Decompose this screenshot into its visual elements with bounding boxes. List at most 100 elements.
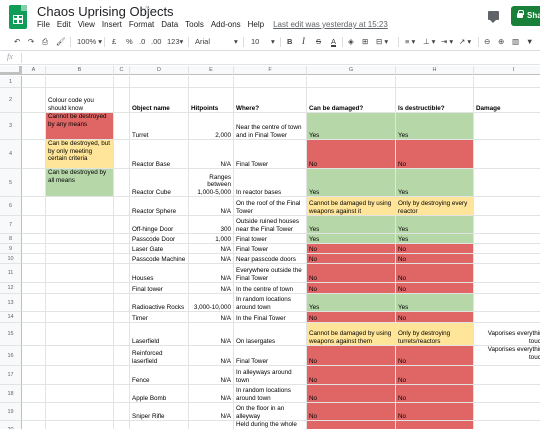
cell-e10[interactable]: N/A: [189, 254, 234, 264]
cell-a14[interactable]: [22, 312, 46, 323]
cell-i8[interactable]: 0: [474, 234, 540, 244]
cell-i16[interactable]: Vaporises everything it touches: [474, 346, 540, 366]
cell-f8[interactable]: Final tower: [234, 234, 307, 244]
menu-view[interactable]: View: [78, 20, 95, 29]
more-formats-button[interactable]: 123▾: [167, 37, 183, 47]
cell-e13[interactable]: 3,000-10,000: [189, 294, 234, 312]
cell-b11[interactable]: [46, 264, 114, 283]
cell-h5[interactable]: Yes: [396, 169, 474, 197]
cell-a9[interactable]: [22, 244, 46, 254]
cell-d8[interactable]: Passcode Door: [130, 234, 189, 244]
cell-b10[interactable]: [46, 254, 114, 264]
filter-icon[interactable]: ▼: [526, 37, 533, 47]
comments-icon[interactable]: [488, 11, 499, 23]
cell-h14[interactable]: No: [396, 312, 474, 323]
row-header[interactable]: 15: [0, 323, 22, 346]
cell-h12[interactable]: No: [396, 283, 474, 294]
cell-d1[interactable]: [130, 76, 189, 88]
cell-e17[interactable]: N/A: [189, 366, 234, 385]
cell-i6[interactable]: 0: [474, 197, 540, 216]
cell-c16[interactable]: [114, 346, 130, 366]
cell-f3[interactable]: Near the centre of town and in Final Tow…: [234, 113, 307, 140]
font-size-select[interactable]: 10: [251, 37, 259, 47]
cell-c9[interactable]: [114, 244, 130, 254]
cell-i5[interactable]: 0: [474, 169, 540, 197]
cell-f19[interactable]: On the floor in an alleyway: [234, 403, 307, 421]
cell-d7[interactable]: Off-hinge Door: [130, 216, 189, 234]
cell-d2[interactable]: Object name: [130, 88, 189, 113]
cell-f9[interactable]: Final Tower: [234, 244, 307, 254]
cell-g12[interactable]: No: [307, 283, 396, 294]
decrease-decimal-button[interactable]: .0: [139, 37, 145, 47]
cell-a7[interactable]: [22, 216, 46, 234]
cell-i3[interactable]: 0: [474, 113, 540, 140]
cell-h20[interactable]: [396, 421, 474, 429]
cell-c20[interactable]: [114, 421, 130, 429]
cell-e7[interactable]: 300: [189, 216, 234, 234]
cell-b6[interactable]: [46, 197, 114, 216]
wrap-icon[interactable]: ⇥ ▾: [441, 37, 453, 47]
cell-b3[interactable]: Cannot be destroyed by any means: [46, 113, 114, 140]
cell-c15[interactable]: [114, 323, 130, 346]
cell-b19[interactable]: [46, 403, 114, 421]
cell-e18[interactable]: N/A: [189, 385, 234, 403]
cell-c19[interactable]: [114, 403, 130, 421]
cell-b4[interactable]: Can be destroyed, but by only meeting ce…: [46, 140, 114, 169]
cell-b16[interactable]: [46, 346, 114, 366]
row-header[interactable]: 1: [0, 76, 22, 88]
cell-e1[interactable]: [189, 76, 234, 88]
document-title[interactable]: Chaos Uprising Objects: [37, 4, 174, 19]
cell-e5[interactable]: Ranges between 1,000-5,000: [189, 169, 234, 197]
cell-f17[interactable]: In alleyways around town: [234, 366, 307, 385]
cell-c8[interactable]: [114, 234, 130, 244]
cell-c18[interactable]: [114, 385, 130, 403]
cell-c2[interactable]: [114, 88, 130, 113]
cell-a16[interactable]: [22, 346, 46, 366]
cell-g14[interactable]: No: [307, 312, 396, 323]
row-header[interactable]: 9: [0, 244, 22, 254]
cell-f4[interactable]: Final Tower: [234, 140, 307, 169]
cell-b1[interactable]: [46, 76, 114, 88]
cell-h4[interactable]: No: [396, 140, 474, 169]
cell-d6[interactable]: Reactor Sphere: [130, 197, 189, 216]
cell-f11[interactable]: Everywhere outside the Final Tower: [234, 264, 307, 283]
cell-d4[interactable]: Reactor Base: [130, 140, 189, 169]
cell-i14[interactable]: 0: [474, 312, 540, 323]
cell-d5[interactable]: Reactor Cube: [130, 169, 189, 197]
row-header[interactable]: 10: [0, 254, 22, 264]
cell-g15[interactable]: Cannot be damaged by using weapons again…: [307, 323, 396, 346]
row-header[interactable]: 2: [0, 88, 22, 113]
cell-f14[interactable]: In the Final Tower: [234, 312, 307, 323]
cell-d19[interactable]: Sniper Rifle: [130, 403, 189, 421]
column-header-b[interactable]: B: [46, 66, 114, 75]
cell-h8[interactable]: Yes: [396, 234, 474, 244]
cell-f15[interactable]: On lasergates: [234, 323, 307, 346]
cell-d12[interactable]: Final tower: [130, 283, 189, 294]
column-header-c[interactable]: C: [114, 66, 130, 75]
cell-a17[interactable]: [22, 366, 46, 385]
select-all-corner[interactable]: [0, 66, 22, 75]
cell-a11[interactable]: [22, 264, 46, 283]
cell-d13[interactable]: Radioactive Rocks: [130, 294, 189, 312]
cell-e12[interactable]: N/A: [189, 283, 234, 294]
rotate-icon[interactable]: ↗ ▾: [459, 37, 471, 47]
row-header[interactable]: 4: [0, 140, 22, 169]
cell-i4[interactable]: 0: [474, 140, 540, 169]
menu-data[interactable]: Data: [161, 20, 178, 29]
cell-i1[interactable]: [474, 76, 540, 88]
cell-h18[interactable]: No: [396, 385, 474, 403]
cell-g16[interactable]: No: [307, 346, 396, 366]
comment-add-icon[interactable]: ⊕: [498, 37, 504, 47]
cell-a13[interactable]: [22, 294, 46, 312]
row-header[interactable]: 12: [0, 283, 22, 294]
redo-icon[interactable]: ↷: [28, 37, 34, 47]
text-color-button[interactable]: A: [331, 37, 336, 47]
cell-i18[interactable]: 210: [474, 385, 540, 403]
cell-f7[interactable]: Outside ruined houses near the Final Tow…: [234, 216, 307, 234]
cell-c10[interactable]: [114, 254, 130, 264]
column-header-h[interactable]: H: [396, 66, 474, 75]
cell-i20[interactable]: [474, 421, 540, 429]
row-header[interactable]: 6: [0, 197, 22, 216]
cell-e8[interactable]: 1,000: [189, 234, 234, 244]
cell-e9[interactable]: N/A: [189, 244, 234, 254]
